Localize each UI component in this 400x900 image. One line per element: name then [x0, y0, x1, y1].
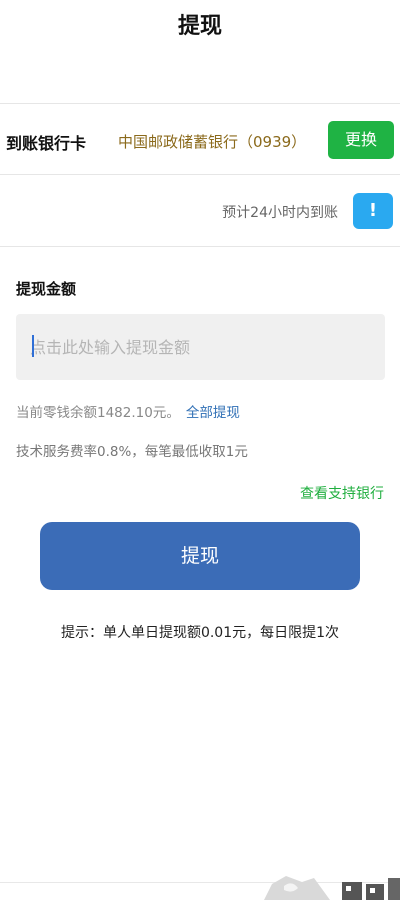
balance-info: 当前零钱余额1482.10元。 全部提现 [16, 401, 240, 421]
amount-section-title: 提现金额 [16, 280, 77, 298]
bank-card-label: 到账银行卡 [6, 134, 87, 153]
withdraw-tip: 提示：单人单日提现额0.01元，每日限提1次 [60, 625, 340, 641]
amount-input[interactable] [16, 314, 385, 380]
balance-text: 当前零钱余额1482.10元。 [16, 405, 180, 421]
withdraw-screen: 提现 到账银行卡 中国邮政储蓄银行（0939） 更换 预计24小时内到账 ! 提… [0, 0, 400, 900]
bank-card-name: 中国邮政储蓄银行（0939） [118, 133, 307, 151]
info-icon[interactable]: ! [353, 193, 393, 229]
withdraw-all-link[interactable]: 全部提现 [186, 405, 240, 421]
change-card-button[interactable]: 更换 [328, 121, 394, 159]
arrival-time-row: 预计24小时内到账 ! [0, 175, 400, 245]
bank-card-row: 到账银行卡 中国邮政储蓄银行（0939） 更换 [0, 104, 400, 174]
withdraw-submit-button[interactable]: 提现 [40, 522, 360, 590]
supported-banks-link[interactable]: 查看支持银行 [300, 483, 384, 503]
service-fee-text: 技术服务费率0.8%，每笔最低收取1元 [16, 444, 248, 460]
text-cursor [32, 335, 34, 357]
divider [0, 246, 400, 247]
watermark-icon [264, 876, 400, 900]
arrival-time-text: 预计24小时内到账 [222, 205, 338, 221]
page-title: 提现 [177, 14, 222, 39]
